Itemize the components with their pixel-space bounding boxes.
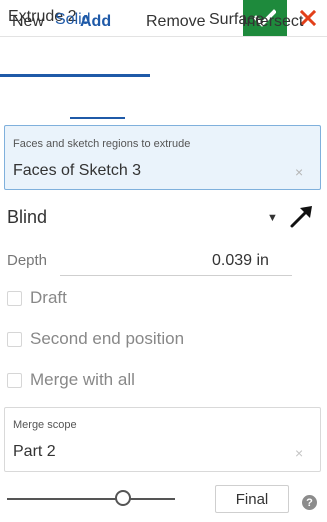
merge-scope-field[interactable]: Merge scope Part 2 × [4,407,321,472]
draft-checkbox[interactable]: Draft [7,287,67,309]
clear-selection-icon[interactable]: × [295,164,303,180]
clear-scope-icon[interactable]: × [295,445,303,461]
checkbox-box[interactable] [7,290,22,306]
faces-field-label: Faces and sketch regions to extrude [13,138,191,150]
operation-options [0,78,327,116]
active-tab-indicator [0,74,150,77]
second-end-checkbox[interactable]: Second end position [7,328,184,350]
active-operation-indicator [70,117,125,119]
checkbox-box[interactable] [7,331,22,347]
second-end-label: Second end position [30,329,185,348]
checkbox-box[interactable] [7,372,22,388]
merge-scope-label: Merge scope [13,419,77,431]
depth-input-underline [60,275,292,276]
depth-input[interactable]: 0.039 in [212,252,269,270]
merge-with-all-checkbox[interactable]: Merge with all [7,369,135,391]
operation-new[interactable]: New [12,13,44,31]
opposite-direction-icon[interactable] [288,202,316,230]
operation-intersect[interactable]: Intersect [242,13,303,31]
body-type-tabs [0,37,327,77]
end-type-select[interactable]: Blind [7,207,47,228]
chevron-down-icon[interactable]: ▼ [267,212,278,224]
operation-remove[interactable]: Remove [146,13,206,31]
operation-add[interactable]: Add [80,13,111,31]
rollback-slider-track[interactable] [7,498,175,500]
faces-selection-field[interactable]: Faces and sketch regions to extrude Face… [4,125,321,190]
rollback-slider-handle[interactable] [115,490,131,506]
faces-field-value: Faces of Sketch 3 [13,162,142,179]
merge-scope-value: Part 2 [13,443,56,460]
final-button[interactable]: Final [215,485,289,513]
draft-label: Draft [30,288,67,307]
merge-with-all-label: Merge with all [30,370,135,389]
depth-label: Depth [7,252,48,269]
help-icon[interactable]: ? [302,495,317,510]
